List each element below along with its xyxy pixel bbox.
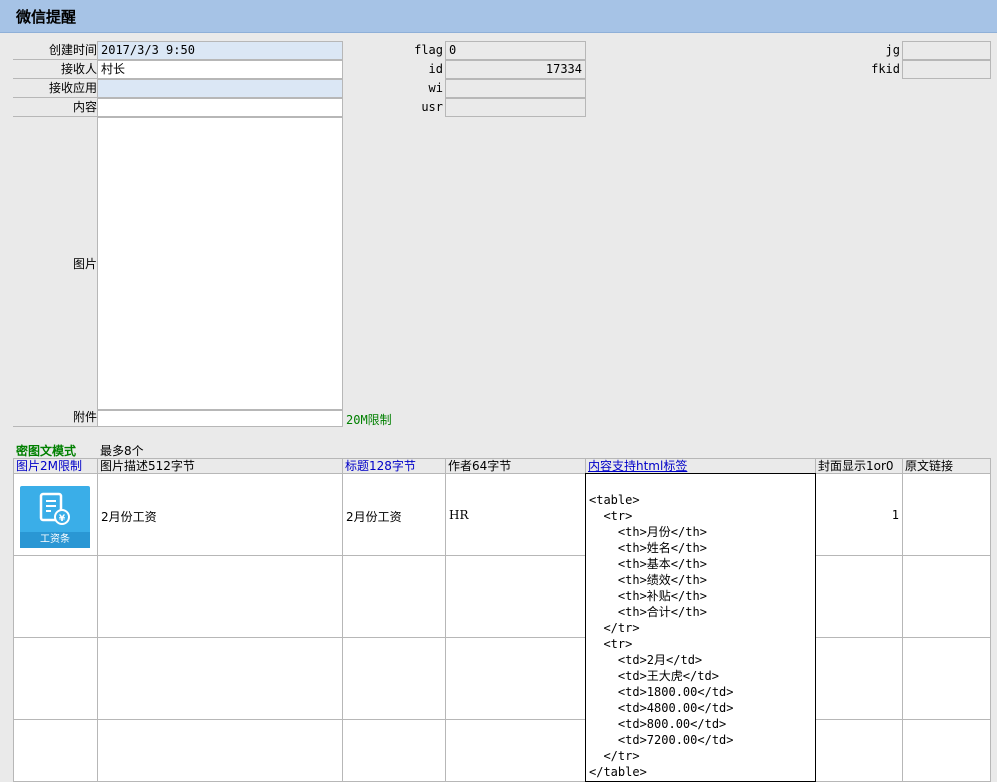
flag-label: flag: [414, 43, 443, 57]
header-author: 作者64字节: [445, 458, 586, 474]
empty-cell[interactable]: [97, 637, 343, 720]
empty-cell[interactable]: [13, 719, 98, 782]
payslip-icon: ¥: [39, 492, 70, 525]
news-mode-label: 密图文模式: [16, 444, 77, 458]
empty-cell[interactable]: [815, 637, 903, 720]
header-title: 标题128字节: [342, 458, 446, 474]
empty-cell[interactable]: [13, 555, 98, 638]
header-image: 图片2M限制: [13, 458, 98, 474]
row-title-text: 2月份工资: [346, 510, 402, 524]
row-link-cell[interactable]: [902, 473, 991, 556]
empty-cell[interactable]: [445, 719, 586, 782]
row-desc-cell[interactable]: 2月份工资: [97, 473, 343, 556]
jg-label: jg: [885, 43, 900, 57]
row-author-text: HR: [449, 508, 469, 522]
window-title: 微信提醒: [16, 8, 77, 26]
row-image-cell[interactable]: ¥ 工资条: [13, 473, 98, 556]
content-editor[interactable]: <table> <tr> <th>月份</th> <th>姓名</th> <th…: [585, 473, 816, 782]
row-line: [13, 60, 97, 79]
svg-text:¥: ¥: [59, 514, 66, 524]
row-line: [13, 41, 97, 60]
empty-cell[interactable]: [815, 719, 903, 782]
title-bar: 微信提醒: [0, 0, 997, 33]
empty-cell[interactable]: [902, 555, 991, 638]
row-line: [13, 98, 97, 117]
receive-app-field[interactable]: [97, 79, 343, 98]
header-cover: 封面显示1or0: [815, 458, 903, 474]
header-link: 原文链接: [902, 458, 991, 474]
thumbnail-caption: 工资条: [20, 532, 90, 548]
empty-cell[interactable]: [445, 637, 586, 720]
empty-cell[interactable]: [902, 637, 991, 720]
jg-field[interactable]: [902, 41, 991, 60]
row-desc-text: 2月份工资: [101, 510, 157, 524]
id-field[interactable]: 17334: [445, 60, 586, 79]
flag-field[interactable]: 0: [445, 41, 586, 60]
row-line: [13, 117, 97, 427]
attachment-limit-hint: 20M限制: [346, 413, 392, 427]
row-author-cell[interactable]: HR: [445, 473, 586, 556]
attachment-field[interactable]: [97, 410, 343, 427]
empty-cell[interactable]: [342, 555, 446, 638]
empty-cell[interactable]: [445, 555, 586, 638]
empty-cell[interactable]: [902, 719, 991, 782]
created-time-field[interactable]: 2017/3/3 9:50: [97, 41, 343, 60]
empty-cell[interactable]: [342, 719, 446, 782]
wi-label: wi: [428, 81, 443, 95]
usr-label: usr: [421, 100, 443, 114]
usr-field[interactable]: [445, 98, 586, 117]
header-content: 内容支持html标签: [585, 458, 816, 474]
receiver-field[interactable]: 村长: [97, 60, 343, 79]
content-editor-text: <table> <tr> <th>月份</th> <th>姓名</th> <th…: [589, 493, 734, 779]
payslip-thumbnail: ¥ 工资条: [20, 486, 90, 548]
row-cover-cell[interactable]: 1: [815, 473, 903, 556]
empty-cell[interactable]: [13, 637, 98, 720]
empty-cell[interactable]: [97, 719, 343, 782]
content-field[interactable]: [97, 98, 343, 117]
wi-field[interactable]: [445, 79, 586, 98]
empty-cell[interactable]: [342, 637, 446, 720]
empty-cell[interactable]: [97, 555, 343, 638]
fkid-field[interactable]: [902, 60, 991, 79]
image-area[interactable]: [97, 117, 343, 410]
fkid-label: fkid: [871, 62, 900, 76]
header-desc: 图片描述512字节: [97, 458, 343, 474]
news-max-label: 最多8个: [100, 444, 144, 458]
row-line: [13, 79, 97, 98]
row-cover-text: 1: [891, 508, 899, 522]
empty-cell[interactable]: [815, 555, 903, 638]
row-title-cell[interactable]: 2月份工资: [342, 473, 446, 556]
id-label: id: [428, 62, 443, 76]
